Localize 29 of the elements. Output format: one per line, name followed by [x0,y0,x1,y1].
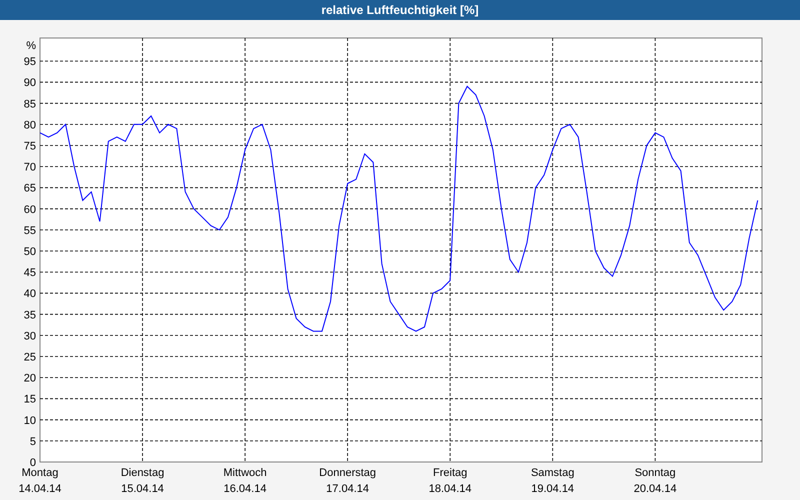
x-tick-label: Samstag 19.04.14 [530,467,574,495]
y-tick-label: 95 [24,56,36,68]
y-tick-label: 30 [24,330,36,342]
y-tick-label: 15 [24,394,36,406]
x-tick-label: Mittwoch 16.04.14 [223,467,267,495]
y-tick-label: 40 [24,288,36,300]
x-tick-label: Freitag 18.04.14 [428,467,472,495]
y-tick-label: 60 [24,204,36,216]
x-tick-label: Dienstag 15.04.14 [120,467,164,495]
chart-title: relative Luftfeuchtigkeit [%] [0,0,800,20]
y-tick-label: 55 [24,224,36,237]
y-tick-label: 50 [24,246,36,258]
y-axis-label: % [26,40,36,52]
y-tick-label: 45 [24,267,36,280]
y-tick-label: 65 [24,182,36,195]
x-tick-label: Montag 14.04.14 [18,467,62,495]
y-tick-label: 90 [24,77,36,90]
y-tick-label: 80 [24,119,36,132]
x-tick-label: Donnerstag 17.04.14 [319,467,376,495]
y-tick-label: 35 [24,309,36,322]
y-tick-label: 75 [24,140,36,152]
y-tick-label: 10 [24,414,36,427]
y-tick-label: 85 [24,98,36,110]
y-tick-label: 70 [24,162,36,174]
y-tick-label: 0 [30,457,36,469]
y-tick-label: 5 [30,436,36,448]
y-tick-label: 25 [24,352,36,364]
y-tick-label: 20 [24,372,36,385]
x-tick-label: Sonntag 20.04.14 [634,467,677,495]
